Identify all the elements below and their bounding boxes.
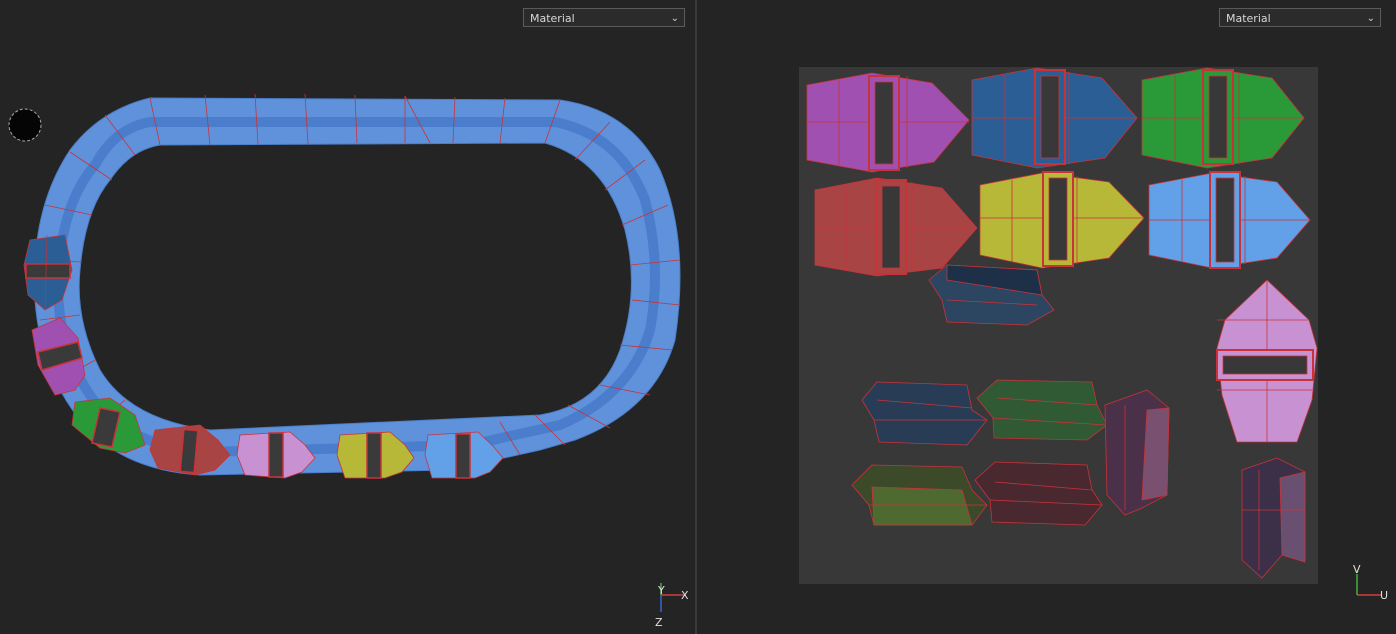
uv-island-strip-maroon[interactable] xyxy=(974,461,1103,526)
axis-z-label: Z xyxy=(655,616,663,629)
viewport-3d[interactable]: X Y Z Material ⌄ xyxy=(0,0,696,634)
viewport-uv[interactable]: U V Material ⌄ xyxy=(697,0,1396,634)
scene-3d[interactable]: X Y Z xyxy=(0,0,695,634)
light-gizmo-icon[interactable] xyxy=(8,108,42,142)
chevron-down-icon: ⌄ xyxy=(670,13,679,24)
uv-island-strip-green[interactable] xyxy=(976,379,1108,441)
uv-island-strip-navy[interactable] xyxy=(861,381,988,446)
axis-v-label: V xyxy=(1353,563,1361,576)
axis-x-label: X xyxy=(681,589,689,602)
uv-axis-gizmo: U V xyxy=(1353,563,1388,602)
uv-island-strip-blue[interactable] xyxy=(928,264,1055,326)
uv-island-strip-purple-v[interactable] xyxy=(1104,389,1170,516)
uv-canvas[interactable]: U V xyxy=(697,0,1396,634)
shading-mode-dropdown-right[interactable]: Material ⌄ xyxy=(1219,8,1381,27)
track-inner-shade xyxy=(52,117,660,458)
shading-mode-dropdown-left[interactable]: Material ⌄ xyxy=(523,8,685,27)
axis-gizmo: X Y Z xyxy=(655,583,689,629)
chevron-down-icon: ⌄ xyxy=(1366,13,1375,24)
shading-mode-value: Material xyxy=(530,12,575,25)
shading-mode-value: Material xyxy=(1226,12,1271,25)
axis-y-label: Y xyxy=(657,584,665,597)
axis-u-label: U xyxy=(1380,589,1388,602)
